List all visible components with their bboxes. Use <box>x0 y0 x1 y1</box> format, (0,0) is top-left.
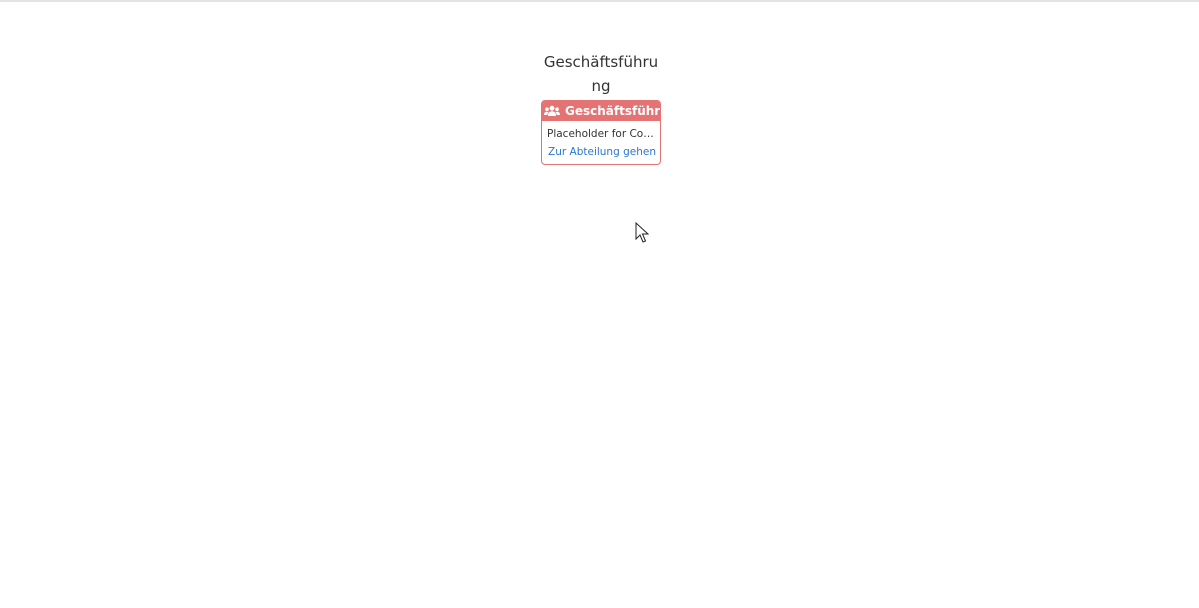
users-icon <box>544 105 560 117</box>
go-to-department-link[interactable]: Zur Abteilung gehen <box>547 145 657 159</box>
card-header: Geschäftsführer <box>542 101 660 121</box>
card-content-text: Placeholder for Content <box>547 128 657 140</box>
org-chart-node: Geschäftsführung Geschäftsführer Placeho… <box>541 50 661 165</box>
card-body: Placeholder for Content Zur Abteilung ge… <box>542 121 660 164</box>
page-top-border <box>0 0 1199 2</box>
card-header-label: Geschäftsführer <box>565 104 661 118</box>
mouse-cursor-icon <box>635 221 650 244</box>
department-title: Geschäftsführung <box>543 53 659 95</box>
department-card: Geschäftsführer Placeholder for Content … <box>541 100 661 165</box>
